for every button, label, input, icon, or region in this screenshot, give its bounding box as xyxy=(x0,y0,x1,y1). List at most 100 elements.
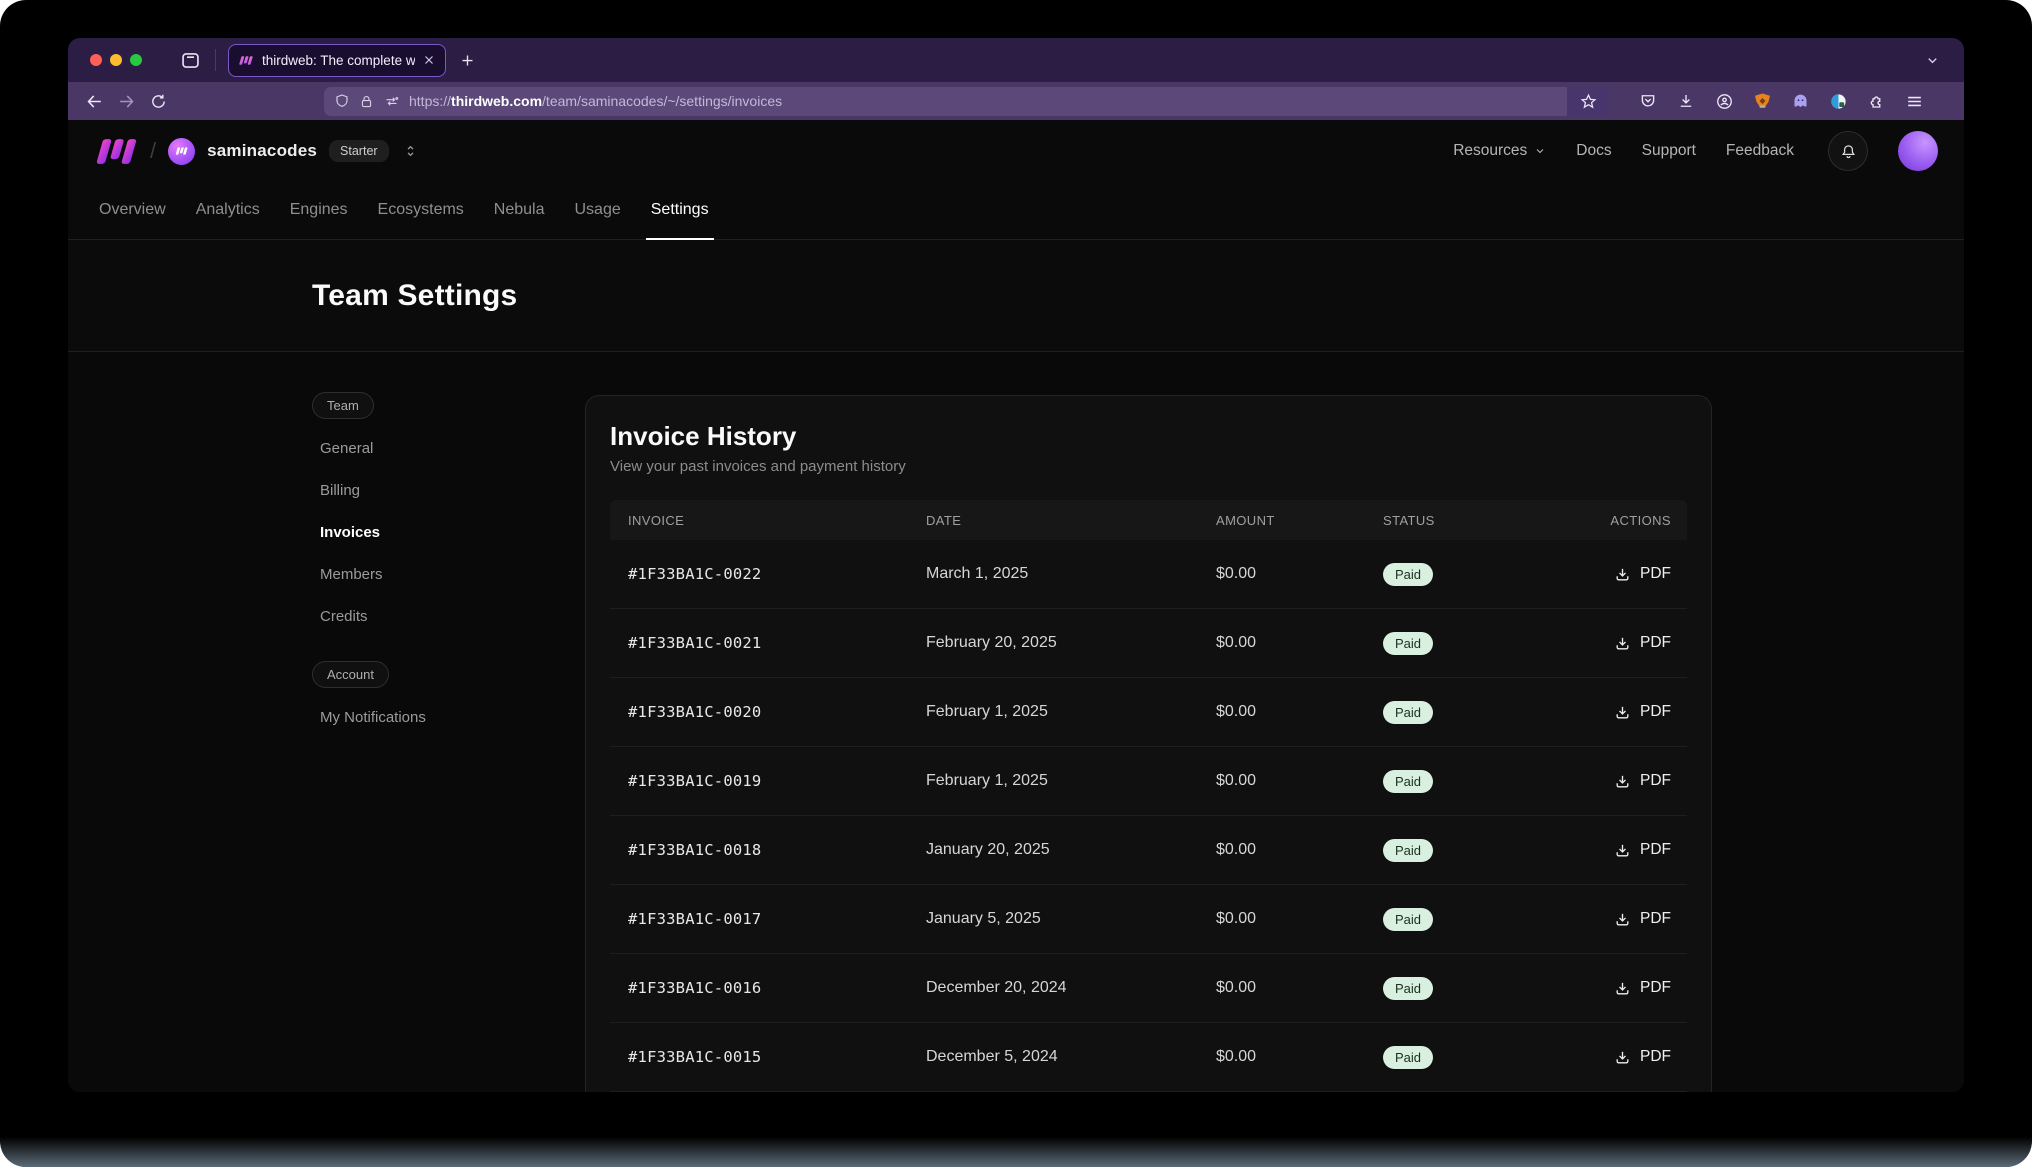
tab-separator xyxy=(215,49,216,71)
pdf-label: PDF xyxy=(1640,634,1671,652)
download-icon xyxy=(1614,980,1631,997)
forward-icon[interactable] xyxy=(110,86,142,116)
title-band: Team Settings xyxy=(68,240,1964,352)
sidebar-item[interactable]: General xyxy=(312,427,585,469)
dashboard-tab[interactable]: Overview xyxy=(84,201,181,239)
invoice-actions-cell: PDF xyxy=(1543,703,1687,721)
invoice-actions-cell: PDF xyxy=(1543,841,1687,859)
col-amount: AMOUNT xyxy=(1198,513,1365,528)
status-badge: Paid xyxy=(1383,839,1433,862)
url-bar[interactable]: https://thirdweb.com/team/saminacodes/~/… xyxy=(324,87,1609,116)
bookmark-star-icon[interactable] xyxy=(1567,87,1609,116)
invoice-table-header: INVOICE DATE AMOUNT STATUS ACTIONS xyxy=(610,500,1687,540)
firefox-view-icon[interactable] xyxy=(180,50,201,71)
team-avatar[interactable] xyxy=(168,138,195,165)
pdf-label: PDF xyxy=(1640,841,1671,859)
invoice-status-cell: Paid xyxy=(1365,1046,1543,1069)
wallet-extension-icon[interactable] xyxy=(1825,88,1851,114)
downloads-icon[interactable] xyxy=(1673,88,1699,114)
breadcrumb-slash: / xyxy=(150,138,156,164)
zoom-window-button[interactable] xyxy=(130,54,142,66)
extensions-puzzle-icon[interactable] xyxy=(1863,88,1889,114)
resources-menu[interactable]: Resources xyxy=(1453,142,1546,160)
invoice-actions-cell: PDF xyxy=(1543,772,1687,790)
support-link[interactable]: Support xyxy=(1642,142,1696,160)
sidebar-item[interactable]: Billing xyxy=(312,469,585,511)
team-switcher-icon[interactable] xyxy=(403,143,418,159)
invoice-number: #1F33BA1C-0018 xyxy=(610,841,908,859)
invoice-status-cell: Paid xyxy=(1365,770,1543,793)
dashboard-tab[interactable]: Ecosystems xyxy=(363,201,479,239)
team-name[interactable]: saminacodes xyxy=(207,141,317,161)
card-subtitle: View your past invoices and payment hist… xyxy=(610,456,1687,478)
chevron-down-icon xyxy=(1534,145,1546,157)
invoice-amount: $0.00 xyxy=(1198,1048,1365,1066)
screenshot-root: thirdweb: The complete web3 d xyxy=(0,0,2032,1167)
thirdweb-logo[interactable] xyxy=(94,138,138,165)
browser-tab-active[interactable]: thirdweb: The complete web3 d xyxy=(228,44,446,77)
metamask-icon[interactable] xyxy=(1749,88,1775,114)
dashboard-tab[interactable]: Settings xyxy=(636,201,724,239)
status-badge: Paid xyxy=(1383,770,1433,793)
download-pdf-button[interactable]: PDF xyxy=(1614,703,1671,721)
dashboard-tabs: Overview Analytics Engines Ecosystems Ne… xyxy=(68,182,1964,240)
sidebar-item[interactable]: My Notifications xyxy=(312,696,585,738)
feedback-link[interactable]: Feedback xyxy=(1726,142,1794,160)
sidebar-item[interactable]: Invoices xyxy=(312,511,585,553)
dashboard-tab[interactable]: Analytics xyxy=(181,201,275,239)
invoice-actions-cell: PDF xyxy=(1543,1048,1687,1066)
table-row: #1F33BA1C-0020 February 1, 2025 $0.00 Pa… xyxy=(610,678,1687,747)
minimize-window-button[interactable] xyxy=(110,54,122,66)
permissions-icon[interactable] xyxy=(383,94,400,109)
back-icon[interactable] xyxy=(78,86,110,116)
tab-close-icon[interactable] xyxy=(423,54,435,66)
invoice-amount: $0.00 xyxy=(1198,634,1365,652)
dashboard-tab[interactable]: Usage xyxy=(560,201,636,239)
invoice-date: February 1, 2025 xyxy=(908,772,1198,790)
new-tab-button[interactable] xyxy=(460,53,475,68)
download-pdf-button[interactable]: PDF xyxy=(1614,979,1671,997)
invoice-history-card: Invoice History View your past invoices … xyxy=(585,395,1712,1092)
user-avatar[interactable] xyxy=(1898,131,1938,171)
col-invoice: INVOICE xyxy=(610,513,908,528)
download-pdf-button[interactable]: PDF xyxy=(1614,910,1671,928)
reload-icon[interactable] xyxy=(142,86,174,116)
table-row: #1F33BA1C-0015 December 5, 2024 $0.00 Pa… xyxy=(610,1023,1687,1092)
shield-icon[interactable] xyxy=(334,93,350,109)
download-icon xyxy=(1614,773,1631,790)
pocket-icon[interactable] xyxy=(1635,88,1661,114)
docs-link[interactable]: Docs xyxy=(1576,142,1611,160)
notifications-button[interactable] xyxy=(1828,131,1868,171)
tab-favicon-thirdweb xyxy=(239,55,254,66)
status-badge: Paid xyxy=(1383,701,1433,724)
dashboard-tab[interactable]: Nebula xyxy=(479,201,560,239)
url-text: https://thirdweb.com/team/saminacodes/~/… xyxy=(409,93,1567,109)
status-badge: Paid xyxy=(1383,563,1433,586)
download-pdf-button[interactable]: PDF xyxy=(1614,1048,1671,1066)
invoice-table-body: #1F33BA1C-0022 March 1, 2025 $0.00 Paid xyxy=(610,540,1687,1092)
sidebar-item[interactable]: Members xyxy=(312,553,585,595)
download-pdf-button[interactable]: PDF xyxy=(1614,841,1671,859)
download-pdf-button[interactable]: PDF xyxy=(1614,634,1671,652)
invoice-actions-cell: PDF xyxy=(1543,634,1687,652)
table-row: #1F33BA1C-0016 December 20, 2024 $0.00 P… xyxy=(610,954,1687,1023)
account-icon[interactable] xyxy=(1711,88,1737,114)
download-pdf-button[interactable]: PDF xyxy=(1614,565,1671,583)
menu-hamburger-icon[interactable] xyxy=(1901,88,1927,114)
sidebar-item[interactable]: Credits xyxy=(312,595,585,637)
phantom-icon[interactable] xyxy=(1787,88,1813,114)
download-icon xyxy=(1614,704,1631,721)
dashboard-tab[interactable]: Engines xyxy=(275,201,363,239)
invoice-date: January 20, 2025 xyxy=(908,841,1198,859)
plan-badge: Starter xyxy=(329,140,389,162)
table-row: #1F33BA1C-0017 January 5, 2025 $0.00 Pai… xyxy=(610,885,1687,954)
col-date: DATE xyxy=(908,513,1198,528)
breadcrumb: / saminacodes Starter xyxy=(94,138,418,165)
status-badge: Paid xyxy=(1383,632,1433,655)
lock-icon[interactable] xyxy=(359,94,374,109)
page-title: Team Settings xyxy=(312,279,517,313)
download-pdf-button[interactable]: PDF xyxy=(1614,772,1671,790)
list-all-tabs-icon[interactable] xyxy=(1925,53,1940,68)
close-window-button[interactable] xyxy=(90,54,102,66)
status-badge: Paid xyxy=(1383,977,1433,1000)
